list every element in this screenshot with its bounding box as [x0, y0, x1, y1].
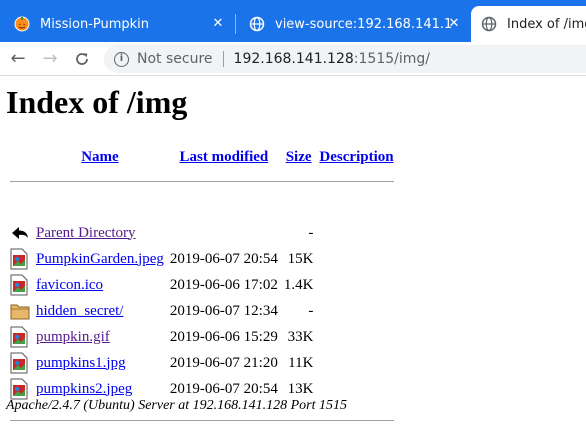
size-cell: 33K [287, 328, 314, 345]
tab-strip: Mission-Pumpkin ✕ view-source:192.168.14… [0, 0, 586, 42]
back-button[interactable]: ← [6, 47, 30, 71]
header-icon-cell [8, 146, 32, 168]
file-link[interactable]: pumpkins1.jpg [36, 355, 126, 371]
modified-cell: 2019-06-06 15:29 [169, 328, 278, 345]
header-name: Name [34, 146, 166, 168]
directory-listing-table: Name Last modified Size Description Pare… [6, 146, 398, 428]
page-title: Index of /img [6, 84, 188, 120]
modified-cell [168, 220, 280, 246]
close-tab-icon[interactable]: ✕ [445, 15, 463, 33]
tab-title: Index of /img [507, 16, 586, 32]
close-tab-icon[interactable]: ✕ [209, 15, 227, 33]
description-cell [317, 350, 395, 376]
divider [10, 180, 394, 182]
table-row: pumpkin.gif 2019-06-06 15:29 33K [8, 324, 396, 350]
description-cell [317, 324, 395, 350]
tab-index-of-img[interactable]: Index of /img [471, 6, 586, 42]
image-file-icon [10, 248, 28, 270]
header-description: Description [317, 146, 395, 168]
info-icon[interactable]: i [114, 51, 129, 67]
pumpkin-favicon-icon [14, 16, 30, 32]
size-cell: - [308, 302, 314, 319]
tab-view-source[interactable]: view-source:192.168.141.128 ✕ [235, 6, 471, 42]
description-cell [317, 220, 395, 246]
tab-title: view-source:192.168.141.128 [275, 16, 453, 32]
globe-icon [481, 16, 497, 32]
size-cell: 1.4K [283, 276, 314, 293]
sort-by-size-link[interactable]: Size [286, 149, 312, 165]
spacer-row [8, 194, 396, 220]
description-cell [317, 246, 395, 272]
table-header-row: Name Last modified Size Description [8, 146, 396, 168]
table-row: pumpkins1.jpg 2019-06-07 21:20 11K [8, 350, 396, 376]
browser-toolbar: ← → i Not secure 192.168.141.128:1515/im… [0, 42, 586, 76]
tab-title: Mission-Pumpkin [40, 16, 150, 32]
header-modified: Last modified [168, 146, 280, 168]
file-link[interactable]: pumpkin.gif [36, 329, 110, 345]
divider-row [8, 168, 396, 194]
image-file-icon [10, 326, 28, 348]
table-row: hidden_secret/ 2019-06-07 12:34 - [8, 298, 396, 324]
modified-cell: 2019-06-07 20:54 [169, 250, 278, 267]
modified-cell: 2019-06-07 12:34 [169, 302, 278, 319]
omnibox-divider [222, 51, 224, 67]
modified-cell: 2019-06-06 17:02 [169, 276, 278, 293]
tab-mission-pumpkin[interactable]: Mission-Pumpkin ✕ [0, 6, 235, 42]
table-row: Parent Directory - [8, 220, 396, 246]
table-row: favicon.ico 2019-06-06 17:02 1.4K [8, 272, 396, 298]
sort-by-name-link[interactable]: Name [81, 149, 119, 165]
header-size: Size [282, 146, 316, 168]
image-file-icon [10, 378, 28, 400]
server-signature: Apache/2.4.7 (Ubuntu) Server at 192.168.… [6, 398, 348, 413]
description-cell [317, 272, 395, 298]
image-file-icon [10, 274, 28, 296]
reload-icon [76, 53, 88, 65]
file-link[interactable]: pumpkins2.jpeg [36, 381, 132, 397]
globe-icon [249, 16, 265, 32]
divider [10, 419, 394, 421]
size-cell: 15K [287, 250, 314, 267]
file-link[interactable]: PumpkinGarden.jpeg [36, 251, 164, 267]
url-path: :1515/img/ [353, 51, 430, 67]
file-link[interactable]: hidden_secret/ [36, 303, 123, 319]
sort-by-modified-link[interactable]: Last modified [179, 149, 268, 165]
back-arrow-icon [12, 227, 28, 239]
reload-button[interactable] [70, 47, 94, 71]
table-row: PumpkinGarden.jpeg 2019-06-07 20:54 15K [8, 246, 396, 272]
security-label: Not secure [137, 51, 213, 67]
folder-icon [10, 304, 30, 320]
size-cell: - [308, 224, 314, 241]
description-cell [317, 298, 395, 324]
url-host: 192.168.141.128 [233, 51, 354, 67]
sort-by-description-link[interactable]: Description [319, 149, 393, 165]
file-link[interactable]: Parent Directory [36, 225, 136, 241]
size-cell: 11K [288, 354, 314, 371]
modified-cell: 2019-06-07 21:20 [169, 354, 278, 371]
image-file-icon [10, 352, 28, 374]
address-bar[interactable]: i Not secure 192.168.141.128:1515/img/ [104, 45, 586, 73]
forward-button[interactable]: → [38, 47, 62, 71]
file-link[interactable]: favicon.ico [36, 277, 103, 293]
